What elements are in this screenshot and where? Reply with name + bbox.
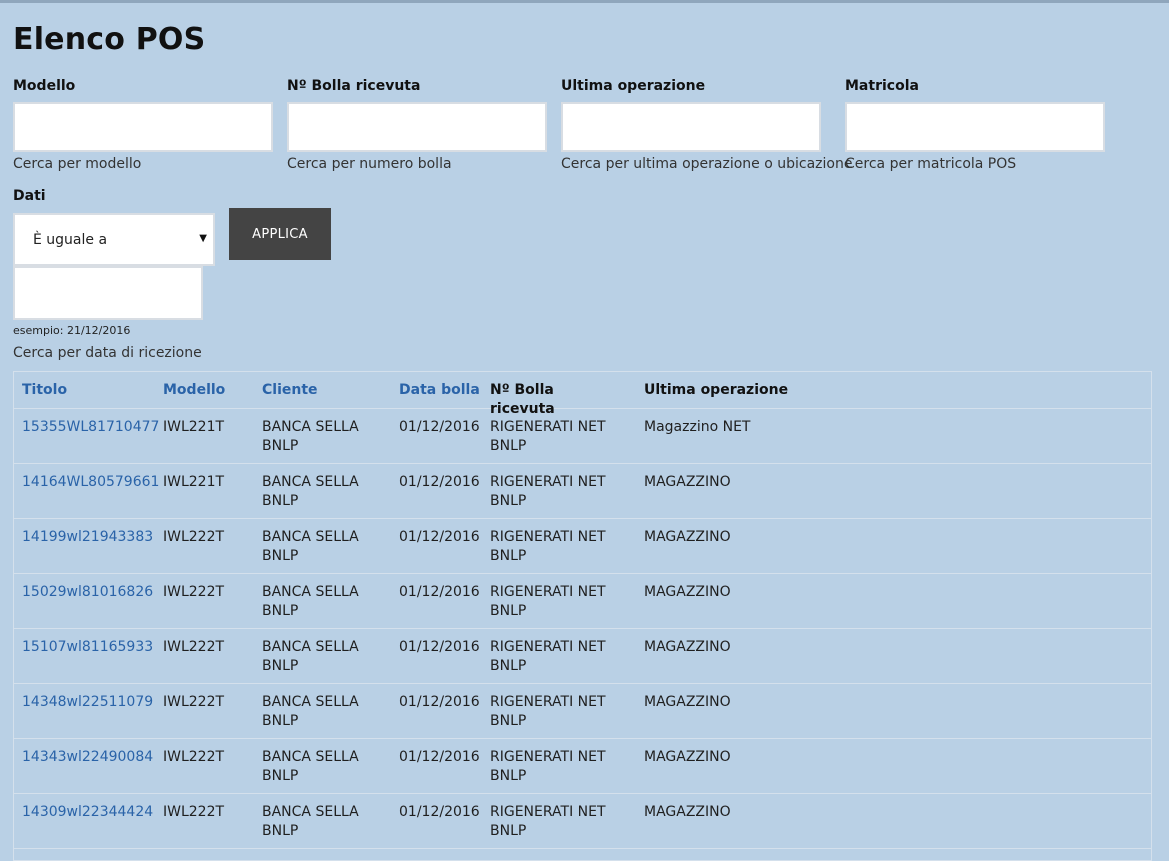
table-row: 14348wl22511079 IWL222T BANCA SELLA BNLP 01…: [14, 684, 1151, 739]
titolo-link[interactable]: 14343wl22490084: [22, 748, 153, 767]
titolo-link[interactable]: 14164WL80579661: [22, 473, 159, 492]
ultima-operazione-cell: MAGAZZINO: [644, 474, 731, 490]
filter-label: Ultima operazione: [561, 78, 706, 94]
page-title: Elenco POS: [13, 22, 206, 57]
modello-cell: IWL222T: [163, 639, 225, 655]
ultima-operazione-cell: Magazzino NET: [644, 419, 751, 435]
date-hint: Cerca per data di ricezione: [13, 345, 202, 361]
cliente-cell: BANCA SELLA BNLP: [262, 694, 359, 729]
date-example: esempio: 21/12/2016: [13, 324, 131, 337]
cliente-cell: BANCA SELLA BNLP: [262, 639, 359, 674]
titolo-link[interactable]: 15029wl81016826: [22, 583, 153, 602]
modello-cell: IWL221T: [163, 419, 225, 435]
table-row: 14164WL80579661 IWL221T BANCA SELLA BNLP 01…: [14, 464, 1151, 519]
filter-ultima-operazione: Ultima operazione Cerca per ultima opera…: [561, 78, 853, 172]
filter-bolla: Nº Bolla ricevuta Cerca per numero bolla: [287, 78, 549, 172]
column-header-titolo[interactable]: Titolo: [22, 381, 67, 400]
pos-table: Titolo Modello Cliente Data bolla Nº Bol…: [13, 371, 1152, 861]
bolla-cell: RIGENERATI NET BNLP: [490, 804, 606, 839]
operator-select[interactable]: È uguale a ▼: [13, 213, 215, 266]
column-header-ultima-operazione: Ultima operazione: [644, 382, 789, 398]
titolo-link[interactable]: 14348wl22511079: [22, 693, 153, 712]
filter-label: Matricola: [845, 78, 919, 94]
column-header-data-bolla[interactable]: Data bolla: [399, 381, 480, 400]
ultima-operazione-input[interactable]: [561, 102, 821, 152]
modello-cell: IWL222T: [163, 749, 225, 765]
data-bolla-cell: 01/12/2016: [399, 694, 480, 710]
cliente-cell: BANCA SELLA BNLP: [262, 529, 359, 564]
operator-value: È uguale a: [33, 232, 108, 248]
data-bolla-cell: 01/12/2016: [399, 584, 480, 600]
filter-label: Nº Bolla ricevuta: [287, 78, 421, 94]
titolo-link[interactable]: 15107wl81165933: [22, 638, 153, 657]
modello-cell: IWL222T: [163, 584, 225, 600]
filter-hint: Cerca per modello: [13, 156, 142, 172]
chevron-down-icon: ▼: [199, 233, 207, 244]
bolla-cell: RIGENERATI NET BNLP: [490, 694, 606, 729]
cliente-cell: BANCA SELLA BNLP: [262, 584, 359, 619]
titolo-link[interactable]: 15355WL81710477: [22, 418, 159, 437]
filter-label: Modello: [13, 78, 76, 94]
cliente-cell: BANCA SELLA BNLP: [262, 749, 359, 784]
modello-cell: IWL222T: [163, 694, 225, 710]
ultima-operazione-cell: MAGAZZINO: [644, 804, 731, 820]
titolo-link[interactable]: 14199wl21943383: [22, 528, 153, 547]
ultima-operazione-cell: MAGAZZINO: [644, 749, 731, 765]
filter-hint: Cerca per ultima operazione o ubicazione: [561, 156, 853, 172]
table-row: 14199wl21943383 IWL222T BANCA SELLA BNLP 01…: [14, 519, 1151, 574]
data-bolla-cell: 01/12/2016: [399, 804, 480, 820]
bolla-cell: RIGENERATI NET BNLP: [490, 584, 606, 619]
cliente-cell: BANCA SELLA BNLP: [262, 804, 359, 839]
modello-cell: IWL221T: [163, 474, 225, 490]
date-input[interactable]: [13, 266, 203, 320]
dati-label: Dati: [13, 188, 46, 204]
column-header-modello[interactable]: Modello: [163, 381, 225, 400]
ultima-operazione-cell: MAGAZZINO: [644, 694, 731, 710]
table-row: 15355WL81710477 IWL221T BANCA SELLA BNLP 01…: [14, 409, 1151, 464]
cliente-cell: BANCA SELLA BNLP: [262, 419, 359, 454]
table-row: 14309wl22344424 IWL222T BANCA SELLA BNLP 01…: [14, 794, 1151, 849]
matricola-input[interactable]: [845, 102, 1105, 152]
modello-cell: IWL222T: [163, 529, 225, 545]
table-row: 15107wl81165933 IWL222T BANCA SELLA BNLP 01…: [14, 629, 1151, 684]
cliente-cell: BANCA SELLA BNLP: [262, 474, 359, 509]
table-row: 15029wl81016826 IWL222T BANCA SELLA BNLP 01…: [14, 574, 1151, 629]
bolla-cell: RIGENERATI NET BNLP: [490, 419, 606, 454]
bolla-cell: RIGENERATI NET BNLP: [490, 474, 606, 509]
modello-cell: IWL222T: [163, 804, 225, 820]
bolla-cell: RIGENERATI NET BNLP: [490, 529, 606, 564]
data-bolla-cell: 01/12/2016: [399, 474, 480, 490]
bolla-input[interactable]: [287, 102, 547, 152]
filter-modello: Modello Cerca per modello: [13, 78, 275, 172]
table-header: Titolo Modello Cliente Data bolla Nº Bol…: [14, 372, 1151, 417]
bolla-cell: RIGENERATI NET BNLP: [490, 749, 606, 784]
data-bolla-cell: 01/12/2016: [399, 419, 480, 435]
ultima-operazione-cell: MAGAZZINO: [644, 529, 731, 545]
ultima-operazione-cell: MAGAZZINO: [644, 584, 731, 600]
top-border: [0, 0, 1169, 3]
column-header-cliente[interactable]: Cliente: [262, 381, 372, 400]
modello-input[interactable]: [13, 102, 273, 152]
apply-button[interactable]: APPLICA: [229, 208, 331, 260]
filter-hint: Cerca per matricola POS: [845, 156, 1017, 172]
data-bolla-cell: 01/12/2016: [399, 529, 480, 545]
table-row: 14343wl22490084 IWL222T BANCA SELLA BNLP 01…: [14, 739, 1151, 794]
data-bolla-cell: 01/12/2016: [399, 639, 480, 655]
ultima-operazione-cell: MAGAZZINO: [644, 639, 731, 655]
filter-matricola: Matricola Cerca per matricola POS: [845, 78, 1107, 172]
titolo-link[interactable]: 14309wl22344424: [22, 803, 153, 822]
data-bolla-cell: 01/12/2016: [399, 749, 480, 765]
bolla-cell: RIGENERATI NET BNLP: [490, 639, 606, 674]
filter-hint: Cerca per numero bolla: [287, 156, 452, 172]
